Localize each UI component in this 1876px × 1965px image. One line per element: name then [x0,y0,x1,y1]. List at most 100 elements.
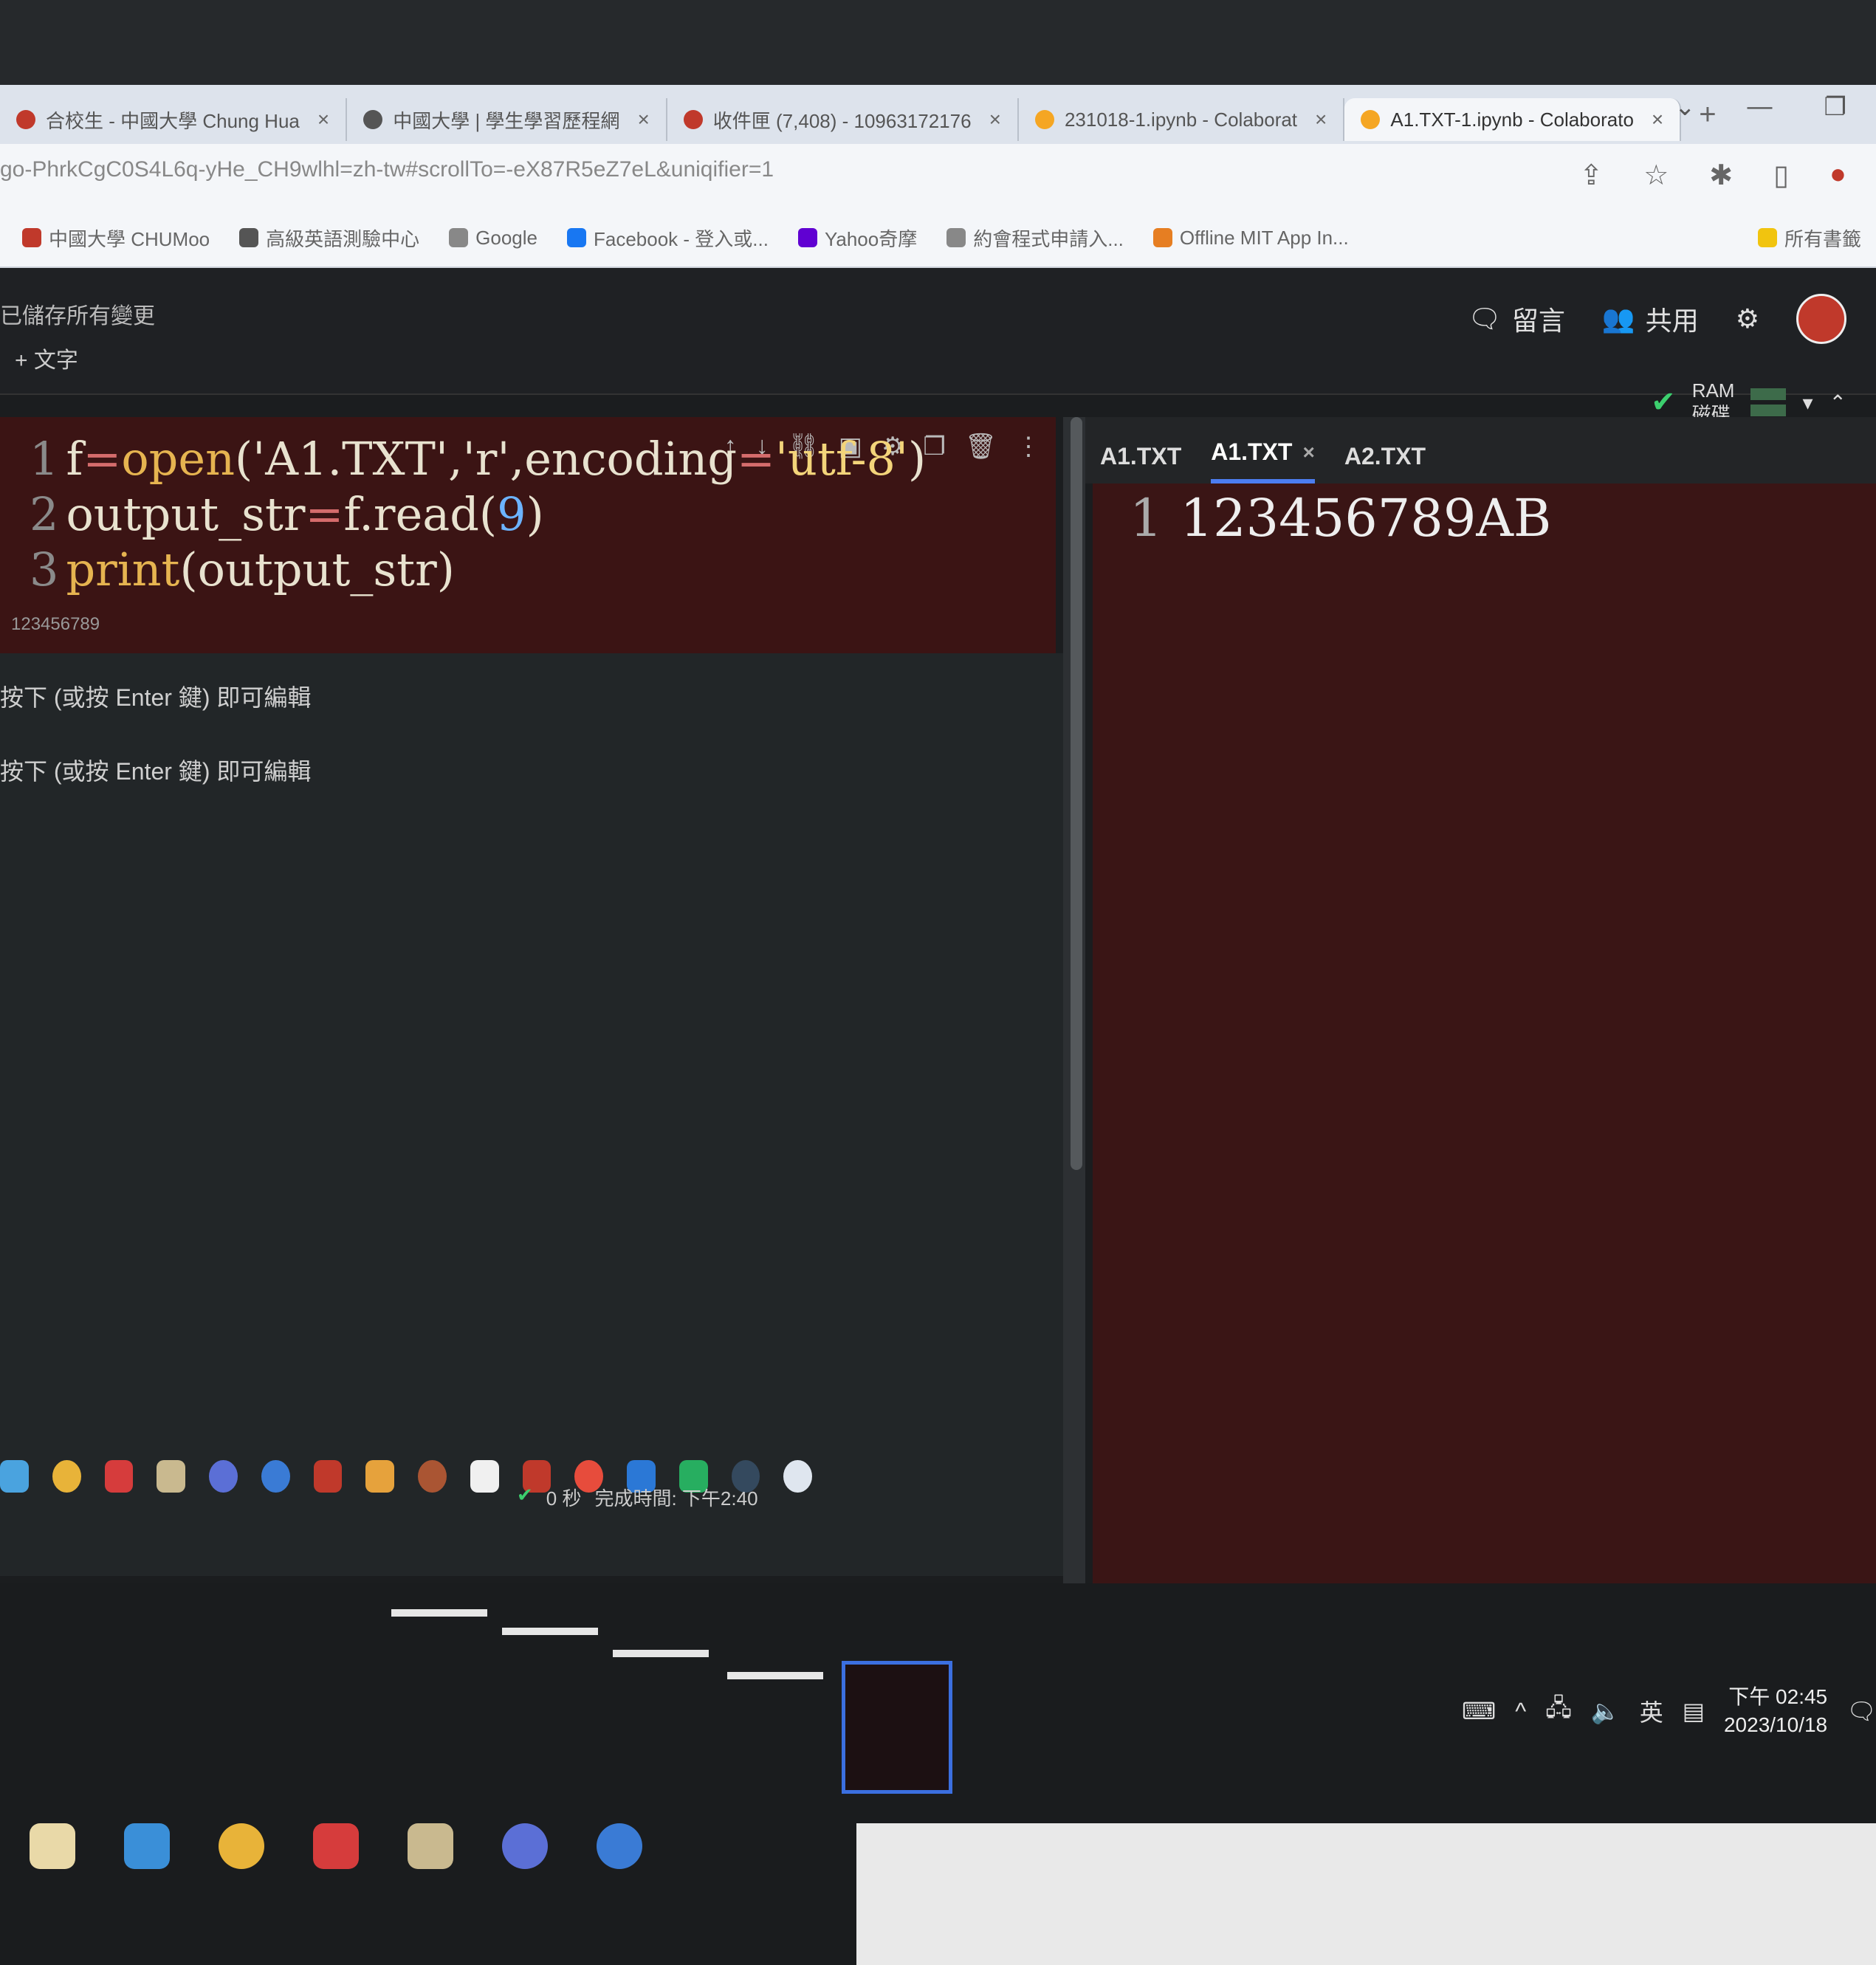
close-tab-icon[interactable]: × [637,108,649,131]
close-tab-icon[interactable]: × [1315,108,1327,131]
chrome-icon[interactable] [52,1460,81,1493]
side-panel-icon[interactable]: ▯ [1773,159,1789,192]
restore-icon[interactable]: ❐ [1824,92,1846,122]
bookmark-item[interactable]: Facebook - 登入或... [567,224,769,252]
check-icon: ✔ [517,1484,533,1506]
app-icon[interactable] [783,1460,812,1493]
code-cell[interactable]: ↑ ↓ ⛓ ▣ ⚙ ❐ 🗑 ⋮ 1 f=open('A1.TXT','r',enc… [0,417,1056,653]
browser-tab-2[interactable]: 收件匣 (7,408) - 10963172176 × [667,98,1019,141]
file-tab-label: A1.TXT [1211,438,1293,465]
mirror-cell-icon[interactable]: ❐ [923,432,945,461]
cd-icon[interactable] [209,1460,238,1493]
clock[interactable]: 下午 02:45 2023/10/18 [1724,1683,1827,1739]
chrome-icon[interactable] [219,1823,264,1869]
text-cell-hint[interactable]: 按下 (或按 Enter 鍵) 即可編輯 [0,753,311,787]
close-tab-icon[interactable]: × [317,108,329,131]
tab-search-icon[interactable]: ⌄ [1674,92,1696,122]
file-tab[interactable]: A2.TXT [1344,443,1426,483]
virtual-desktop-bar[interactable] [613,1650,709,1657]
cell-output: 123456789 [11,614,100,634]
file-icon[interactable] [408,1823,453,1869]
ime-language[interactable]: 英 [1640,1694,1663,1728]
settings-gear-icon[interactable]: ⚙ [1736,303,1759,334]
bookmark-label: 中國大學 CHUMoo [49,227,210,250]
share-button[interactable]: 👥 共用 [1602,300,1699,338]
bookmark-item[interactable]: Offline MIT App In... [1152,226,1349,250]
editor-line[interactable]: 1 123456789AB [1130,488,1551,548]
disk-bar [1750,405,1787,416]
tab-favicon-icon [683,110,703,129]
code-token: f.read( [343,487,498,541]
avatar[interactable] [1796,294,1846,344]
bookmark-label: 約會程式申請入... [973,227,1124,250]
browser-tab-0[interactable]: 合校生 - 中國大學 Chung Hua × [0,98,348,141]
app-icon[interactable] [470,1460,499,1493]
close-icon[interactable]: × [1302,441,1314,464]
code-line[interactable]: 1 f=open('A1.TXT','r',encoding='utf-8') [30,432,926,486]
app-icon[interactable] [0,1460,29,1493]
app-icon[interactable] [365,1460,394,1493]
comment-button[interactable]: 🗨 留言 [1468,300,1565,338]
app-icon[interactable] [104,1460,134,1493]
browser-tab-3[interactable]: 231018-1.ipynb - Colaborat × [1019,98,1345,141]
bookmark-item[interactable]: 高級英語測驗中心 [239,224,419,252]
virtual-desktop-bar[interactable] [391,1609,487,1617]
code-token: ) [526,487,544,541]
notification-icon[interactable]: 🗨 [1846,1697,1876,1725]
file-tab-active[interactable]: A1.TXT × [1211,438,1315,483]
app-icon[interactable] [313,1823,359,1869]
file-content[interactable]: 123456789AB [1181,488,1552,548]
url-field[interactable]: go-PhrkCgC0S4L6q-yHe_CH9wlhl=zh-tw#scrol… [0,157,774,182]
close-tab-icon[interactable]: × [1652,108,1663,131]
text-cell-hint[interactable]: 按下 (或按 Enter 鍵) 即可編輯 [0,679,311,713]
file-editor[interactable]: 1 123456789AB [1093,483,1876,1583]
code-token: 9 [497,487,526,541]
add-text-button[interactable]: + 文字 [15,342,78,374]
cd-icon[interactable] [502,1823,548,1869]
volume-icon[interactable]: 🔈 [1591,1697,1621,1725]
more-vert-icon[interactable]: ⋮ [1016,432,1041,461]
virtual-desktop-selected[interactable] [842,1661,952,1794]
file-icon[interactable] [157,1460,185,1493]
code-line[interactable]: 2 output_str=f.read(9) [30,487,544,541]
bookmarks-bar: 中國大學 CHUMoo 高級英語測驗中心 Google Facebook - 登… [0,209,1876,268]
code-line[interactable]: 3 print(output_str) [30,543,455,596]
bookmark-star-icon[interactable]: ☆ [1643,159,1669,192]
browser-tab-1[interactable]: 中國大學 | 學生學習歷程網 × [347,98,667,141]
profile-icon[interactable]: ● [1829,159,1846,192]
browser-tab-4[interactable]: A1.TXT-1.ipynb - Colaborato × [1344,98,1682,141]
close-tab-icon[interactable]: × [989,108,1001,131]
telegram-icon[interactable] [597,1823,642,1869]
virtual-desktop-bar[interactable] [502,1628,598,1635]
note-icon[interactable]: ▤ [1683,1697,1705,1725]
java-icon[interactable] [313,1460,343,1493]
bookmark-item[interactable]: 中國大學 CHUMoo [22,224,210,252]
header-actions: 🗨 留言 👥 共用 ⚙ [1468,294,1846,344]
virtual-desktop-bar[interactable] [727,1672,823,1679]
bookmark-item[interactable]: 約會程式申請入... [946,224,1124,252]
chevron-up-icon[interactable]: ^ [1515,1698,1526,1725]
folder-icon [1757,228,1777,247]
bookmark-item[interactable]: Google [449,227,537,250]
all-bookmarks[interactable]: 所有書籤 [1757,224,1861,252]
app-icon[interactable] [418,1460,447,1493]
trash-icon[interactable]: 🗑 [965,432,997,461]
bookmark-label: Offline MIT App In... [1179,226,1349,249]
mail-icon[interactable] [124,1823,170,1869]
tab-label: 合校生 - 中國大學 Chung Hua [46,109,300,132]
minimize-icon[interactable]: — [1748,92,1773,122]
window-preview [856,1823,1876,1965]
bookmark-item[interactable]: Yahoo奇摩 [797,224,917,252]
collapse-up-icon[interactable]: ⌃ [1829,390,1846,415]
chevron-down-icon[interactable]: ▾ [1802,390,1813,415]
tab-favicon-icon [16,110,35,129]
share-page-icon[interactable]: ⇪ [1579,159,1603,192]
file-tab-label: A2.TXT [1344,443,1426,469]
file-tab[interactable]: A1.TXT [1100,443,1181,483]
telegram-icon[interactable] [261,1460,290,1493]
keyboard-icon[interactable]: ⌨ [1462,1697,1496,1725]
scrollbar-thumb[interactable] [1071,417,1082,1170]
network-icon[interactable]: 🖧 [1545,1691,1572,1731]
extensions-icon[interactable]: ✱ [1709,159,1733,192]
store-icon[interactable] [30,1823,75,1869]
